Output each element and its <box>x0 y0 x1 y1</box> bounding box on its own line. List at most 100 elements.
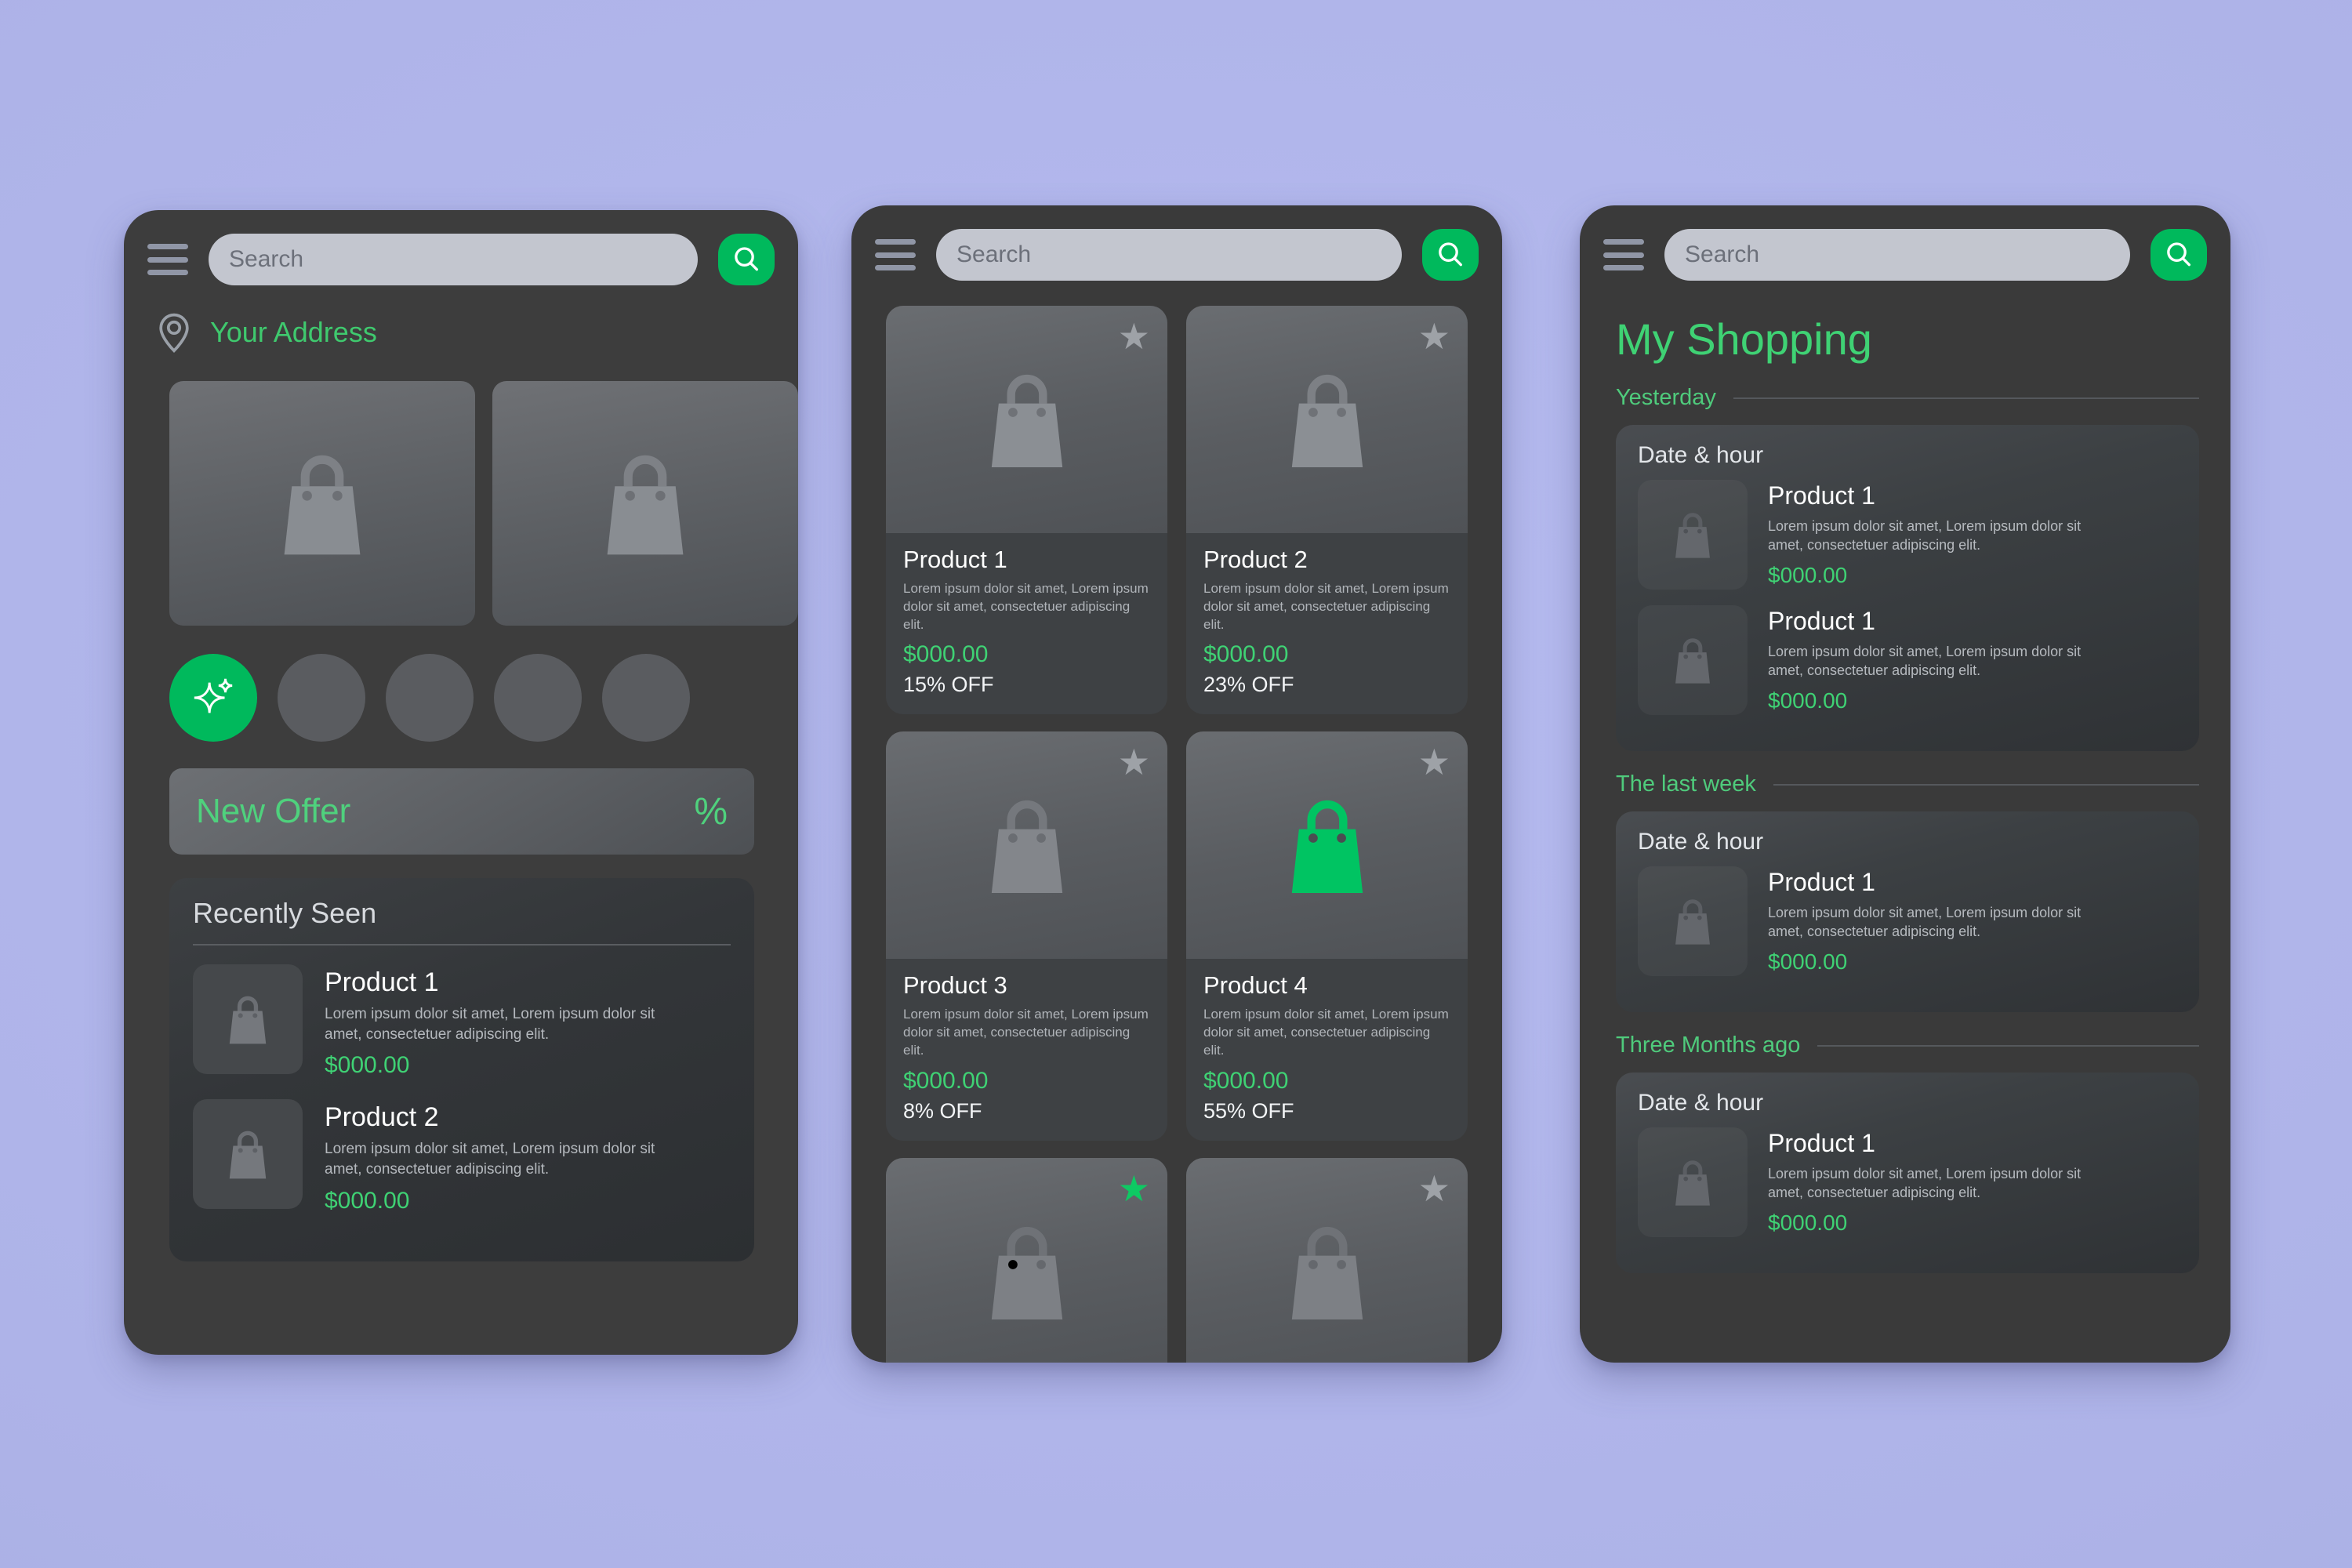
hamburger-menu-icon[interactable] <box>1603 239 1644 270</box>
product-card[interactable]: ★ <box>886 1157 1167 1363</box>
product-image: ★ <box>886 1157 1167 1363</box>
shopping-bag-icon <box>1291 1226 1363 1319</box>
product-price: $000.00 <box>1768 562 1848 587</box>
product-name: Product 2 <box>1203 546 1308 573</box>
product-description: Lorem ipsum dolor sit amet, Lorem ipsum … <box>325 1141 655 1178</box>
product-image: ★ <box>1186 731 1468 960</box>
section-label: Three Months ago <box>1616 1033 1801 1058</box>
product-thumbnail <box>193 1099 303 1210</box>
category-chip-2[interactable] <box>278 654 365 742</box>
history-card[interactable]: Date & hour Product 1 Lorem ipsum dolor … <box>1616 425 2199 751</box>
product-price: $000.00 <box>1768 688 1848 713</box>
product-name: Product 1 <box>1768 481 1875 510</box>
category-chip-sparkle[interactable] <box>169 654 257 742</box>
sparkle-icon <box>194 678 233 713</box>
top-bar-my-shopping: Search <box>1580 205 2230 292</box>
order-date: Date & hour <box>1638 442 1764 468</box>
new-offer-banner[interactable]: New Offer % <box>169 768 754 855</box>
product-thumbnail <box>193 964 303 1074</box>
shopping-bag-icon <box>991 800 1062 894</box>
hamburger-menu-icon[interactable] <box>147 244 188 275</box>
product-description: Lorem ipsum dolor sit amet, Lorem ipsum … <box>1768 1166 2082 1201</box>
section-header-last-week: The last week <box>1580 751 2230 797</box>
divider <box>1817 1044 2199 1047</box>
product-card[interactable]: ★ <box>1186 1157 1468 1363</box>
search-icon <box>735 247 758 271</box>
product-image: ★ <box>886 306 1167 533</box>
section-label: Yesterday <box>1616 385 1716 410</box>
search-placeholder: Search <box>956 241 1032 267</box>
shopping-bag-icon <box>1675 638 1710 684</box>
history-card[interactable]: Date & hour Product 1 Lorem ipsum dolor … <box>1616 1073 2199 1273</box>
product-description: Lorem ipsum dolor sit amet, Lorem ipsum … <box>1768 644 2082 679</box>
phone-screen-catalog: Search ★ Product 1 Lorem ipsum dolor sit… <box>851 205 1502 1363</box>
divider <box>1773 783 2199 786</box>
recently-seen-heading: Recently Seen <box>193 897 377 929</box>
product-description: Lorem ipsum dolor sit amet, Lorem ipsum … <box>1203 581 1449 632</box>
list-item[interactable]: Product 1 Lorem ipsum dolor sit amet, Lo… <box>1638 605 2177 731</box>
favorite-star-icon[interactable]: ★ <box>1118 744 1150 780</box>
product-name: Product 1 <box>1768 1129 1875 1157</box>
favorite-star-icon[interactable]: ★ <box>1418 1171 1450 1207</box>
product-description: Lorem ipsum dolor sit amet, Lorem ipsum … <box>1768 518 2082 554</box>
product-thumbnail <box>1638 866 1748 976</box>
search-input[interactable]: Search <box>936 229 1402 281</box>
list-item[interactable]: Product 1 Lorem ipsum dolor sit amet, Lo… <box>1638 480 2177 605</box>
new-offer-title: New Offer <box>196 792 351 830</box>
divider <box>1733 397 2199 399</box>
favorite-star-icon[interactable]: ★ <box>1118 318 1150 354</box>
phone-screen-home: Search Your Address New Offer % Recently… <box>124 210 798 1355</box>
discount-badge: 23% OFF <box>1203 673 1294 697</box>
search-placeholder: Search <box>229 246 304 272</box>
search-icon <box>2167 242 2190 267</box>
favorite-star-icon[interactable]: ★ <box>1418 318 1450 354</box>
list-item[interactable]: Product 1 Lorem ipsum dolor sit amet, Lo… <box>1638 866 2177 992</box>
category-chip-3[interactable] <box>386 654 474 742</box>
favorite-star-icon[interactable]: ★ <box>1118 1171 1150 1207</box>
product-price: $000.00 <box>903 641 989 668</box>
category-chip-5[interactable] <box>602 654 690 742</box>
list-item[interactable]: Product 2 Lorem ipsum dolor sit amet, Lo… <box>193 1099 731 1234</box>
banner-card[interactable] <box>492 381 798 626</box>
address-label: Your Address <box>210 316 377 348</box>
category-row <box>124 626 798 742</box>
history-card[interactable]: Date & hour Product 1 Lorem ipsum dolor … <box>1616 811 2199 1012</box>
product-name: Product 1 <box>1768 607 1875 635</box>
shopping-bag-icon <box>229 996 267 1044</box>
category-chip-4[interactable] <box>494 654 582 742</box>
search-input[interactable]: Search <box>1664 229 2130 281</box>
product-name: Product 3 <box>903 971 1007 1000</box>
banner-card[interactable] <box>169 381 475 626</box>
product-card[interactable]: ★ Product 3 Lorem ipsum dolor sit amet, … <box>886 731 1167 1141</box>
search-input[interactable]: Search <box>209 234 698 285</box>
product-name: Product 2 <box>325 1102 439 1133</box>
search-button[interactable] <box>1422 229 1479 281</box>
hamburger-menu-icon[interactable] <box>875 239 916 270</box>
product-card[interactable]: ★ Product 1 Lorem ipsum dolor sit amet, … <box>886 306 1167 715</box>
product-price: $000.00 <box>903 1067 989 1094</box>
shopping-bag-icon <box>229 1131 267 1179</box>
product-name: Product 1 <box>903 546 1007 573</box>
shopping-bag-icon <box>284 455 361 555</box>
product-price: $000.00 <box>1768 1210 1848 1235</box>
favorite-star-icon[interactable]: ★ <box>1418 744 1450 780</box>
product-card[interactable]: ★ Product 2 Lorem ipsum dolor sit amet, … <box>1186 306 1468 715</box>
product-name: Product 1 <box>1768 868 1875 896</box>
list-item[interactable]: Product 1 Lorem ipsum dolor sit amet, Lo… <box>193 964 731 1099</box>
product-price: $000.00 <box>325 1052 410 1079</box>
search-icon <box>1439 242 1462 267</box>
product-price: $000.00 <box>1203 641 1289 668</box>
address-row[interactable]: Your Address <box>124 295 798 354</box>
discount-badge: 15% OFF <box>903 673 994 697</box>
list-item[interactable]: Product 1 Lorem ipsum dolor sit amet, Lo… <box>1638 1127 2177 1253</box>
banner-carousel[interactable] <box>124 354 798 626</box>
product-name: Product 4 <box>1203 971 1308 1000</box>
product-card[interactable]: ★ Product 4 Lorem ipsum dolor sit amet, … <box>1186 731 1468 1141</box>
product-thumbnail <box>1638 480 1748 590</box>
product-image: ★ <box>1186 306 1468 533</box>
location-pin-icon <box>159 313 189 353</box>
search-button[interactable] <box>718 234 775 285</box>
shopping-bag-icon <box>1675 513 1710 558</box>
section-header-three-months-ago: Three Months ago <box>1580 1012 2230 1058</box>
search-button[interactable] <box>2151 229 2207 281</box>
